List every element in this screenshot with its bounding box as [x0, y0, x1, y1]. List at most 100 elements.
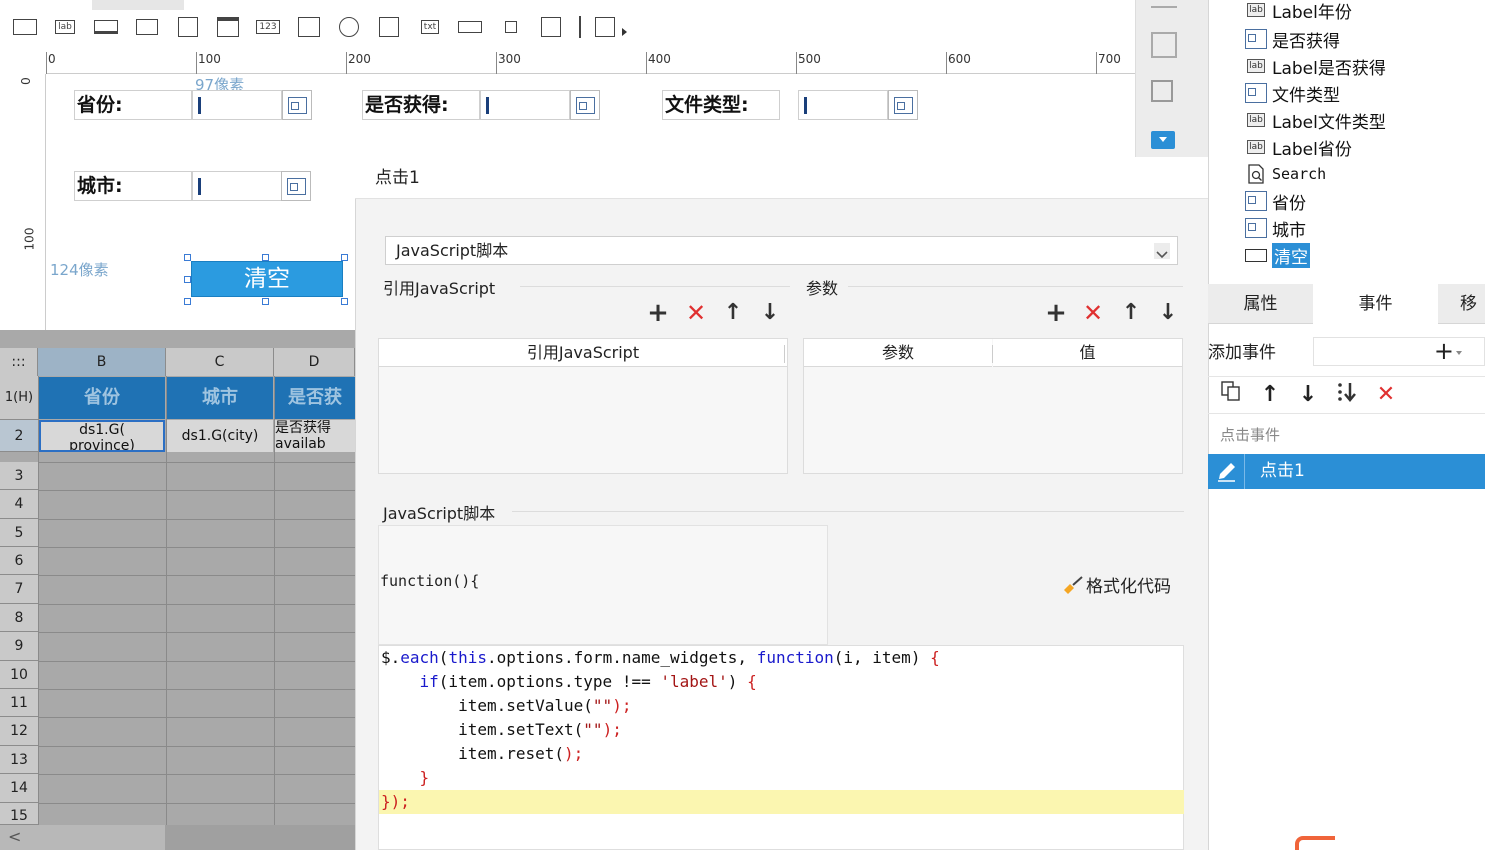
- row-header[interactable]: 6: [0, 547, 38, 575]
- sheet-horizontal-scrollbar[interactable]: <: [0, 825, 355, 850]
- move-up-icon[interactable]: ↑: [1256, 380, 1284, 410]
- city-label[interactable]: 城市:: [74, 171, 192, 201]
- header-cell-city[interactable]: 城市: [167, 377, 273, 419]
- row-header[interactable]: 9: [0, 632, 38, 661]
- row-header[interactable]: 4: [0, 490, 38, 519]
- tree-item-label-filetype[interactable]: lab Label文件类型: [1244, 107, 1386, 133]
- text-widget-icon[interactable]: txt: [417, 14, 443, 40]
- tree-combo-icon[interactable]: [175, 14, 201, 40]
- move-down-ref-js-button[interactable]: ↓: [757, 300, 783, 326]
- row-header[interactable]: 13: [0, 746, 38, 774]
- data-cell-obtained[interactable]: 是否获得 availab: [275, 420, 355, 452]
- province-label[interactable]: 省份:: [74, 90, 192, 120]
- column-header-b[interactable]: B: [38, 348, 166, 376]
- combo-icon[interactable]: [134, 14, 160, 40]
- row-header[interactable]: 1(H): [0, 376, 38, 420]
- tree-item-label-province[interactable]: lab Label省份: [1244, 134, 1352, 160]
- header-cell-obtained[interactable]: 是否获: [275, 377, 355, 419]
- widget-settings-icon[interactable]: [1151, 32, 1177, 58]
- row-header[interactable]: 3: [0, 462, 38, 490]
- ref-js-column-header[interactable]: 引用JavaScript: [379, 339, 787, 367]
- number-icon[interactable]: 123: [255, 14, 281, 40]
- row-header[interactable]: 10: [0, 661, 38, 689]
- row-header[interactable]: 14: [0, 774, 38, 803]
- column-header-c[interactable]: C: [166, 348, 274, 376]
- grid-icon[interactable]: [1151, 0, 1177, 8]
- move-down-icon[interactable]: ↓: [1294, 380, 1322, 410]
- row-header[interactable]: 11: [0, 689, 38, 717]
- data-cell-city[interactable]: ds1.G(city): [167, 420, 273, 452]
- radio-group-icon[interactable]: [336, 14, 362, 40]
- param-column-header[interactable]: 参数: [804, 339, 992, 367]
- toolbar-tab[interactable]: [92, 0, 184, 10]
- province-widget-icon[interactable]: [282, 90, 312, 120]
- code-line[interactable]: }: [379, 766, 1184, 790]
- tab-move[interactable]: 移: [1438, 284, 1485, 324]
- add-event-button[interactable]: +: [1313, 337, 1485, 366]
- resize-handle[interactable]: [262, 254, 269, 261]
- javascript-code-editor[interactable]: $.each(this.options.form.name_widgets, f…: [378, 645, 1184, 850]
- header-cell-province[interactable]: 省份: [39, 377, 165, 419]
- sort-icon[interactable]: [1333, 380, 1361, 410]
- obtained-widget-icon[interactable]: [570, 90, 600, 120]
- code-line[interactable]: item.reset();: [379, 742, 1184, 766]
- city-input[interactable]: [192, 171, 282, 201]
- data-cell-province[interactable]: ds1.G( province): [39, 420, 165, 452]
- filetype-input[interactable]: [798, 90, 888, 120]
- params-table[interactable]: 参数 值: [803, 338, 1183, 474]
- toolbar-more-icon[interactable]: [622, 28, 627, 36]
- province-input[interactable]: [192, 90, 282, 120]
- filetype-widget-icon[interactable]: [888, 90, 918, 120]
- move-up-ref-js-button[interactable]: ↑: [720, 300, 746, 326]
- code-line[interactable]: $.each(this.options.form.name_widgets, f…: [379, 646, 1184, 670]
- move-up-param-button[interactable]: ↑: [1118, 300, 1144, 326]
- frame-icon[interactable]: [1151, 80, 1173, 102]
- code-line[interactable]: item.setText("");: [379, 718, 1184, 742]
- obtained-input[interactable]: [480, 90, 570, 120]
- add-param-button[interactable]: +: [1043, 300, 1069, 326]
- move-down-param-button[interactable]: ↓: [1155, 300, 1181, 326]
- row-header[interactable]: 7: [0, 575, 38, 604]
- textbox-icon[interactable]: [12, 14, 38, 40]
- tab-events[interactable]: 事件: [1313, 284, 1438, 324]
- row-header[interactable]: 8: [0, 604, 38, 632]
- add-ref-js-button[interactable]: +: [645, 300, 671, 326]
- tab-properties[interactable]: 属性: [1208, 284, 1313, 324]
- report-icon[interactable]: [592, 14, 618, 40]
- resize-handle[interactable]: [262, 298, 269, 305]
- checkbox-group-icon[interactable]: [376, 14, 402, 40]
- tree-item-obtained[interactable]: 是否获得: [1244, 26, 1340, 52]
- code-line-current[interactable]: });: [379, 790, 1184, 814]
- clear-button[interactable]: 清空: [191, 261, 343, 297]
- password-icon[interactable]: [457, 14, 483, 40]
- textarea-icon[interactable]: [296, 14, 322, 40]
- delete-ref-js-button[interactable]: ✕: [683, 300, 709, 326]
- chevron-down-icon[interactable]: [1154, 243, 1170, 259]
- scroll-thumb[interactable]: [165, 825, 355, 850]
- tree-item-province[interactable]: 省份: [1244, 188, 1306, 214]
- row-header[interactable]: 12: [0, 717, 38, 746]
- code-line[interactable]: if(item.options.type !== 'label') {: [379, 670, 1184, 694]
- delete-icon[interactable]: ✕: [1372, 380, 1400, 410]
- resize-handle[interactable]: [184, 254, 191, 261]
- ref-js-table[interactable]: 引用JavaScript: [378, 338, 788, 474]
- tree-item-label-obtained[interactable]: lab Label是否获得: [1244, 53, 1386, 79]
- scroll-left-arrow[interactable]: <: [8, 827, 21, 846]
- city-widget-icon[interactable]: [281, 171, 311, 201]
- obtained-label[interactable]: 是否获得:: [362, 90, 480, 120]
- dropdown-toggle-icon[interactable]: [1151, 131, 1175, 149]
- row-header[interactable]: 5: [0, 519, 38, 547]
- filetype-label[interactable]: 文件类型:: [662, 90, 780, 120]
- tree-item-clear[interactable]: 清空: [1244, 242, 1310, 268]
- date-icon[interactable]: [215, 14, 241, 40]
- code-line[interactable]: item.setValue("");: [379, 694, 1184, 718]
- row-header[interactable]: 15: [0, 803, 38, 825]
- tree-item-filetype[interactable]: 文件类型: [1244, 80, 1340, 106]
- checkbox-icon[interactable]: [498, 14, 524, 40]
- event-item-click1[interactable]: 点击1: [1208, 454, 1485, 489]
- copy-icon[interactable]: [1217, 380, 1245, 410]
- event-type-select[interactable]: JavaScript脚本: [385, 236, 1178, 265]
- tree-icon[interactable]: [538, 14, 564, 40]
- edit-icon[interactable]: [1208, 454, 1245, 489]
- format-code-button[interactable]: 格式化代码: [1062, 572, 1171, 597]
